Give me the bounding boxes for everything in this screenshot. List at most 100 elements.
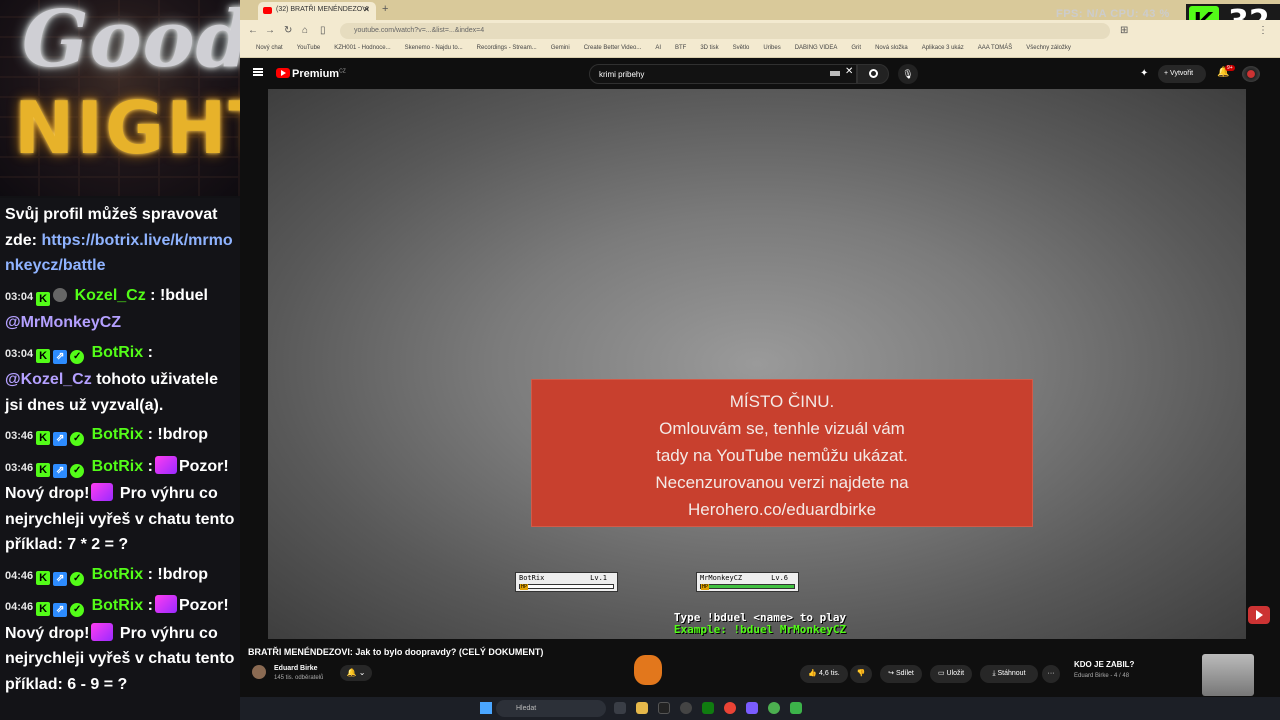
- app-icon[interactable]: [790, 702, 802, 714]
- verified-badge-icon: ✓: [70, 603, 85, 617]
- tiktok-icon[interactable]: [658, 702, 670, 714]
- bookmark-item[interactable]: Gemini: [551, 45, 570, 51]
- emote-icon: [91, 622, 114, 641]
- new-tab-button[interactable]: +: [382, 3, 388, 15]
- notice-line: Omlouvám se, tenhle vizuál vám: [659, 419, 905, 438]
- playlist-card[interactable]: KDO JE ZABIL? Eduard Birke - 4 / 48: [1066, 652, 1254, 697]
- bookmark-item[interactable]: Skenemo - Najdu to...: [405, 45, 463, 51]
- bookmark-item[interactable]: DABING VIDEA: [795, 45, 838, 51]
- address-bar[interactable]: youtube.com/watch?v=...&list=...&index=4: [340, 23, 1110, 39]
- tab-close-icon[interactable]: ✕: [363, 5, 370, 14]
- bookmark-item[interactable]: Světlo: [733, 45, 750, 51]
- dislike-button[interactable]: 👎: [850, 665, 872, 683]
- menu-icon[interactable]: ⋮: [1258, 25, 1268, 36]
- bookmark-item[interactable]: KZH001 - Hodnoce...: [334, 45, 390, 51]
- file-explorer-icon[interactable]: [636, 702, 648, 714]
- search-input[interactable]: krimi pribehy: [589, 64, 857, 84]
- chat-username[interactable]: Kozel_Cz: [75, 287, 146, 304]
- banner-good-text: Good: [22, 0, 240, 85]
- bot-badge-icon: ⇗: [53, 463, 68, 478]
- youtube-play-icon[interactable]: [1248, 606, 1270, 624]
- forward-icon[interactable]: →: [265, 25, 275, 36]
- chat-username[interactable]: BotRix: [92, 566, 144, 583]
- share-button[interactable]: ↪ Sdílet: [880, 665, 922, 683]
- kick-badge-icon: K: [36, 602, 51, 616]
- chat-text: : !bdrop: [147, 565, 209, 583]
- chat-message: 03:46 K ⇗ ✓ BotRix : Pozor! Nový drop! Pro v…: [5, 454, 238, 558]
- chat-timestamp: 03:04: [5, 290, 34, 303]
- notification-badge: 9+: [1225, 65, 1235, 71]
- chat-message: 04:46 K ⇗ ✓ BotRix : Pozor! Nový drop! Pro v…: [5, 593, 238, 697]
- channel-avatar[interactable]: [252, 665, 266, 679]
- back-icon[interactable]: ←: [248, 25, 258, 36]
- keyboard-icon[interactable]: [830, 71, 840, 76]
- chrome-icon[interactable]: [724, 702, 736, 714]
- youtube-premium-label[interactable]: PremiumCZ: [292, 68, 346, 80]
- bookmark-item[interactable]: AI: [655, 45, 661, 51]
- tab-title: (32) BRATŘI MENÉNDEZOVI: [276, 6, 369, 13]
- save-button[interactable]: ▭ Uložit: [930, 665, 972, 683]
- chat-mention[interactable]: @MrMonkeyCZ: [5, 314, 121, 331]
- more-actions-button[interactable]: ···: [1042, 665, 1060, 683]
- bot-badge-icon: ⇗: [53, 571, 68, 586]
- notice-line: Herohero.co/eduardbirke: [687, 500, 877, 519]
- chat-message: 04:46 K ⇗ ✓ BotRix : !bdrop: [5, 562, 238, 590]
- duel-player1-hp-bar: HP: [519, 584, 614, 590]
- bookmark-item[interactable]: Nová složka: [875, 45, 908, 51]
- chat-username[interactable]: BotRix: [92, 458, 144, 475]
- browser-tab-bar: (32) BRATŘI MENÉNDEZOVI ✕ + FPS: N/A CPU…: [240, 0, 1280, 20]
- duel-player2-name: MrMonkeyCZ: [700, 574, 743, 582]
- task-view-icon[interactable]: [614, 702, 626, 714]
- bookmark-item[interactable]: BTF: [675, 45, 686, 51]
- xbox-icon[interactable]: [702, 702, 714, 714]
- duel-player2-hp-bar: HP: [700, 584, 795, 590]
- browser-tab[interactable]: (32) BRATŘI MENÉNDEZOVI ✕: [258, 2, 376, 20]
- search-icon: [869, 69, 878, 78]
- sidebar-icon[interactable]: ▯: [320, 25, 326, 36]
- censored-notice: MÍSTO ČINU. Omlouvám se, tenhle vizuál v…: [531, 379, 1033, 527]
- hamburger-menu-icon[interactable]: [253, 68, 263, 76]
- home-icon[interactable]: ⌂: [302, 25, 308, 36]
- subscribed-bell-button[interactable]: 🔔 ⌄: [340, 665, 372, 681]
- bookmark-item[interactable]: Uribes: [763, 45, 780, 51]
- video-player[interactable]: MÍSTO ČINU. Omlouvám se, tenhle vizuál v…: [268, 89, 1246, 639]
- verified-badge-icon: ✓: [70, 349, 85, 364]
- reload-icon[interactable]: ↻: [284, 25, 292, 36]
- bookmark-item[interactable]: Aplikace 3 ukáz: [922, 45, 964, 51]
- settings-icon[interactable]: [680, 702, 692, 714]
- taskbar-search[interactable]: Hledat: [496, 700, 606, 717]
- extensions-icon[interactable]: ⊞: [1120, 25, 1128, 36]
- chat-username[interactable]: BotRix: [92, 344, 144, 361]
- download-button[interactable]: ⤓ Stáhnout: [980, 665, 1038, 683]
- bookmark-item[interactable]: Nový chat: [256, 45, 283, 51]
- playlist-thumbnail: [1202, 654, 1254, 696]
- clear-search-icon[interactable]: ✕: [845, 66, 853, 77]
- bookmark-item[interactable]: Všechny záložky: [1026, 45, 1071, 51]
- country-code: CZ: [339, 68, 346, 75]
- chat-mention[interactable]: @Kozel_Cz: [5, 371, 92, 388]
- bookmark-item[interactable]: 3D tisk: [700, 45, 718, 51]
- chat-link[interactable]: https://botrix.live/k/mrmonkeycz/battle: [5, 232, 233, 275]
- bookmark-item[interactable]: Create Better Video...: [584, 45, 642, 51]
- chat-timestamp: 04:46: [5, 601, 34, 613]
- bookmark-item[interactable]: YouTube: [297, 45, 321, 51]
- search-button[interactable]: [857, 64, 889, 84]
- bookmark-item[interactable]: AAA TOMÁŠ: [978, 45, 1012, 51]
- download-label: Stáhnout: [997, 670, 1026, 677]
- cast-icon[interactable]: ✦: [1140, 68, 1148, 79]
- channel-name[interactable]: Eduard Birke: [274, 665, 318, 672]
- chat-username[interactable]: BotRix: [92, 426, 144, 443]
- chat-username[interactable]: BotRix: [92, 597, 144, 614]
- chat-separator: :: [147, 597, 153, 614]
- windows-start-icon[interactable]: [480, 702, 492, 714]
- voice-search-icon[interactable]: 🎙: [898, 64, 918, 84]
- bookmark-item[interactable]: Recordings - Stream...: [477, 45, 537, 51]
- account-avatar[interactable]: [1242, 66, 1260, 82]
- chat-text: : !bdrop: [147, 426, 209, 443]
- create-button[interactable]: + Vytvořit: [1158, 65, 1206, 83]
- youtube-logo-icon[interactable]: [276, 68, 290, 78]
- like-button[interactable]: 👍 4,6 tis.: [800, 665, 848, 683]
- obs-icon[interactable]: [768, 702, 780, 714]
- bookmark-item[interactable]: Grit: [851, 45, 861, 51]
- discord-icon[interactable]: [746, 702, 758, 714]
